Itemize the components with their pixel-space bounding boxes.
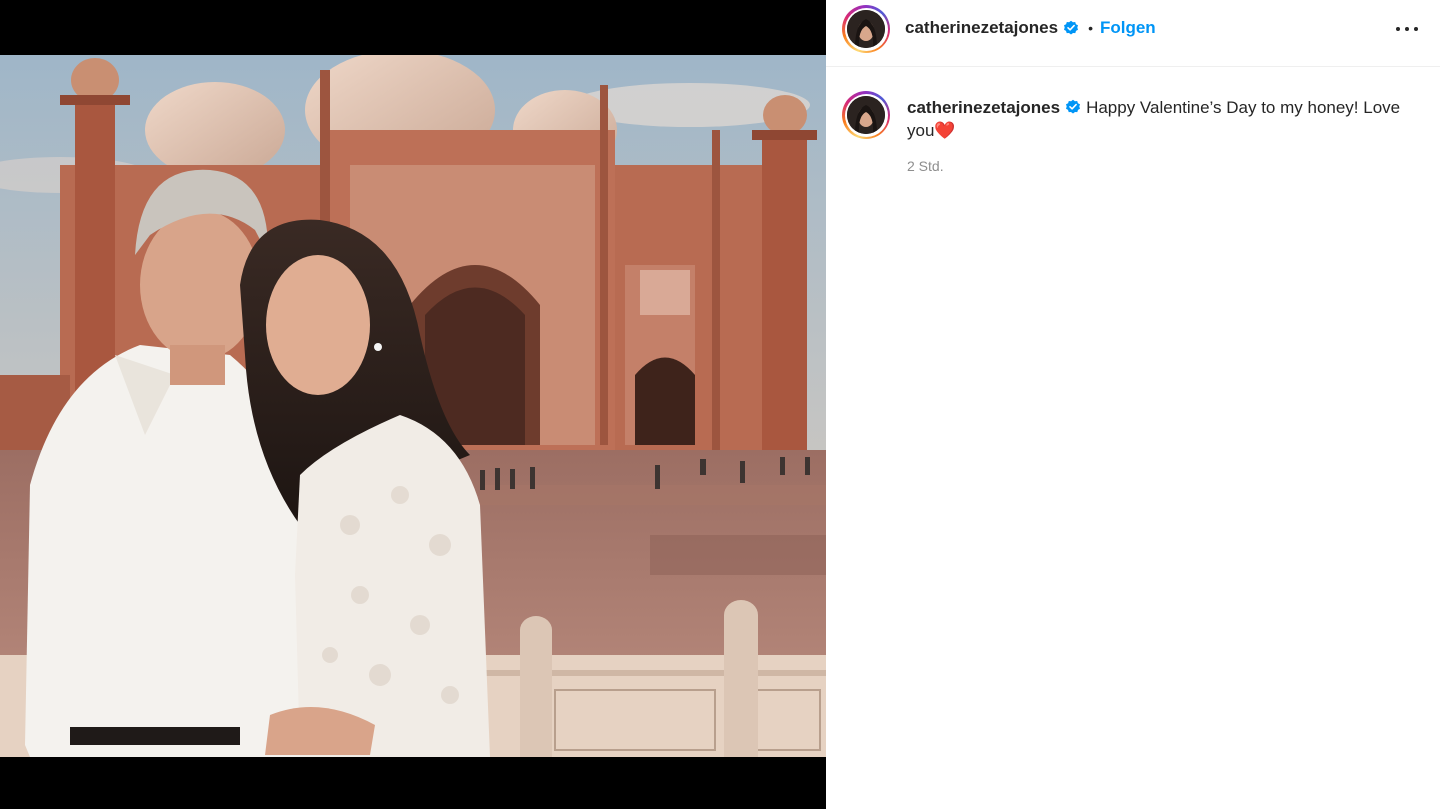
profile-avatar[interactable] [842,5,890,53]
more-dot [1414,27,1418,31]
follow-button[interactable]: Folgen [1100,18,1156,38]
post-timestamp[interactable]: 2 Std. [907,158,944,174]
caption-avatar[interactable] [842,91,890,139]
avatar-border [844,93,888,137]
more-dot [1405,27,1409,31]
verified-badge-icon [1066,99,1081,114]
verified-badge-icon [1064,20,1079,35]
instagram-post-view: catherinezetajones • Folgen catherinezet… [0,0,1440,809]
avatar-border [844,7,888,51]
post-header: catherinezetajones • Folgen [826,0,1440,67]
post-side-panel: catherinezetajones • Folgen catherinezet… [826,0,1440,809]
header-username[interactable]: catherinezetajones [905,18,1058,38]
caption-username[interactable]: catherinezetajones [907,98,1060,117]
post-photo[interactable] [0,55,826,757]
post-caption: catherinezetajones Happy Valentine’s Day… [907,96,1427,142]
avatar-image [847,96,885,134]
header-row: catherinezetajones • Folgen [905,17,1156,39]
more-horizontal-icon[interactable] [1396,19,1418,39]
avatar-image [847,10,885,48]
more-dot [1396,27,1400,31]
media-pane [0,0,826,809]
header-separator: • [1088,20,1093,36]
